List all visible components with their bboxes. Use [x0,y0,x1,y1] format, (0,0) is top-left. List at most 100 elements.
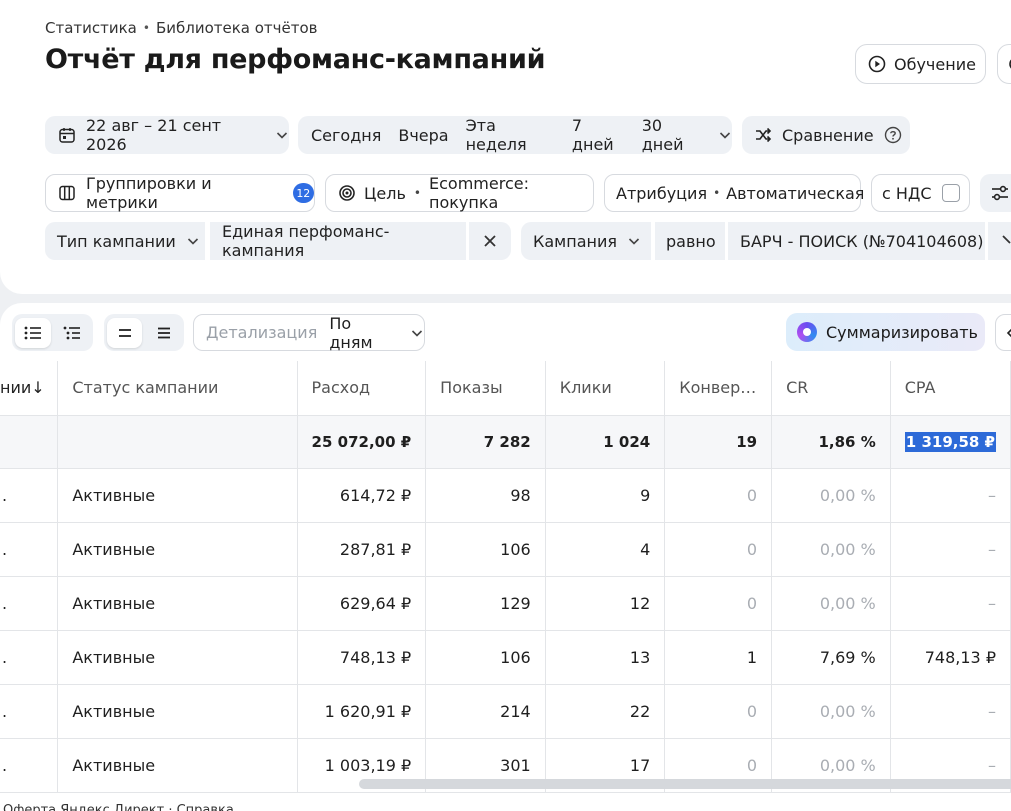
close-icon [483,234,497,248]
list-view-button[interactable] [15,317,51,348]
column-header-conversions[interactable]: Конвер… [664,361,773,416]
row-status-cell: Активные [57,576,298,631]
row-clicks-cell: 12 [545,576,666,631]
total-cpa-cell: 1 319,58 ₽ [890,415,1011,469]
comfortable-density-button[interactable] [107,317,142,348]
column-header-cpa[interactable]: CPA [890,361,1011,416]
table-total-row: 25 072,00 ₽ 7 282 1 024 19 1,86 % 1 319,… [0,415,1011,469]
attribution-label: Атрибуция [616,183,708,203]
goal-label: Цель [364,183,406,203]
column-header-status[interactable]: Статус кампании [57,361,298,416]
row-campaign-cell: . [0,576,59,631]
row-conversions-cell: 0 [664,468,773,523]
separator-dot: • [413,186,421,200]
row-campaign-cell: . [0,684,59,739]
groupings-metrics-button[interactable]: Группировки и метрики 12 [45,174,315,212]
chevron-down-icon [186,234,200,248]
compare-button[interactable]: Сравнение [742,116,910,154]
attribution-selector[interactable]: Атрибуция • Автоматическая [604,174,865,212]
filter-field-label: Тип кампании [57,231,176,251]
compact-density-button[interactable] [146,318,181,348]
table-row[interactable]: . Активные 629,64 ₽129 12 0 0,00 % – [0,576,1011,631]
filter-field-label: Кампания [533,231,617,251]
filter-settings-button[interactable] [980,174,1011,212]
total-cr: 1,86 % [771,415,891,469]
date-range-picker[interactable]: 22 авг – 21 сент 2026 [45,116,289,154]
column-header-campaign[interactable]: нии↓ [0,361,59,416]
nested-list-icon [63,326,81,340]
row-clicks-cell: 4 [545,522,666,577]
row-campaign-cell: . [0,630,59,685]
detail-value: По дням [329,313,373,352]
filter-value-campaign-type[interactable]: Единая перфоманс-кампания [210,222,466,260]
goal-selector[interactable]: Цель • Ecommerce: покупка [325,174,594,212]
row-spend-cell: 287,81 ₽ [297,522,427,577]
footer-links[interactable]: Оферта Яндекс Директ · Справка [3,803,234,811]
row-impressions-cell: 98 [425,468,546,523]
row-impressions-cell: 129 [425,576,546,631]
row-campaign-cell: . [0,468,59,523]
density-low-icon [118,327,132,339]
vat-checkbox[interactable] [941,184,960,202]
row-impressions-cell: 106 [425,522,546,577]
row-conversions-cell: 0 [664,576,773,631]
table-row[interactable]: . Активные 287,81 ₽106 4 0 0,00 % – [0,522,1011,577]
table-row[interactable]: . Активные 748,13 ₽106 13 1 7,69 % 748,13 ₽ [0,630,1011,685]
vat-label: с НДС [882,183,932,203]
filter-operator[interactable]: равно [655,222,725,260]
breadcrumb-separator: • [142,21,150,35]
chevron-down-icon [410,326,424,340]
breadcrumb-reports-library[interactable]: Библиотека отчётов [156,19,318,37]
target-icon [338,184,356,202]
table-row[interactable]: . Активные 1 620,91 ₽214 22 0 0,00 % – [0,684,1011,739]
remove-filter-button[interactable] [988,222,1011,260]
settings-icon [1007,55,1011,73]
range-this-week[interactable]: Эта неделя [466,116,555,154]
more-button[interactable] [997,44,1011,84]
horizontal-scrollbar[interactable] [359,779,1011,789]
shuffle-icon [754,126,772,144]
summarize-button[interactable]: Суммаризировать [786,313,985,351]
summarize-label: Суммаризировать [826,322,978,342]
total-cpa-selected[interactable]: 1 319,58 ₽ [904,431,996,452]
columns-icon [58,184,76,202]
download-icon [1006,325,1011,341]
row-cr-cell: 0,00 % [771,576,891,631]
filter-value-campaign[interactable]: БАРЧ - ПОИСК (№704104608) [728,222,985,260]
row-spend-cell: 614,72 ₽ [297,468,427,523]
help-icon[interactable] [884,126,902,144]
row-clicks-cell: 13 [545,630,666,685]
breadcrumb-statistics[interactable]: Статистика [45,19,137,37]
learn-button[interactable]: Обучение [855,44,986,84]
groupings-label: Группировки и метрики [86,174,212,212]
row-cr-cell: 0,00 % [771,684,891,739]
row-status-cell: Активные [57,630,298,685]
range-30-days[interactable]: 30 дней [642,116,704,154]
row-cpa-cell: – [890,522,1011,577]
export-button[interactable] [995,314,1011,351]
sliders-icon [990,184,1010,202]
filter-field-campaign-type[interactable]: Тип кампании [45,222,205,260]
row-campaign-cell: . [0,738,59,793]
row-status-cell: Активные [57,738,298,793]
range-today[interactable]: Сегодня [311,126,381,145]
row-cr-cell: 0,00 % [771,522,891,577]
detail-select[interactable]: Детализация По дням [193,313,425,352]
range-yesterday[interactable]: Вчера [398,126,448,145]
vat-toggle[interactable]: с НДС [871,174,970,212]
density-high-icon [157,327,171,339]
range-7-days[interactable]: 7 дней [572,116,625,154]
column-header-impressions[interactable]: Показы [425,361,546,416]
table-header-row: нии↓ Статус кампании Расход Показы Клики… [0,361,1011,416]
chevron-down-icon[interactable] [718,128,732,142]
column-header-cr[interactable]: CR [771,361,891,416]
quick-range-selector: Сегодня Вчера Эта неделя 7 дней 30 дней [298,116,732,154]
attribution-value: Автоматическая [726,183,865,203]
column-header-clicks[interactable]: Клики [545,361,666,416]
column-header-spend[interactable]: Расход [297,361,427,416]
remove-filter-button[interactable] [469,222,511,260]
tree-view-button[interactable] [55,318,91,348]
table-row[interactable]: . Активные 614,72 ₽98 9 0 0,00 % – [0,468,1011,523]
filter-field-campaign[interactable]: Кампания [521,222,651,260]
groupings-count-badge: 12 [292,183,314,203]
